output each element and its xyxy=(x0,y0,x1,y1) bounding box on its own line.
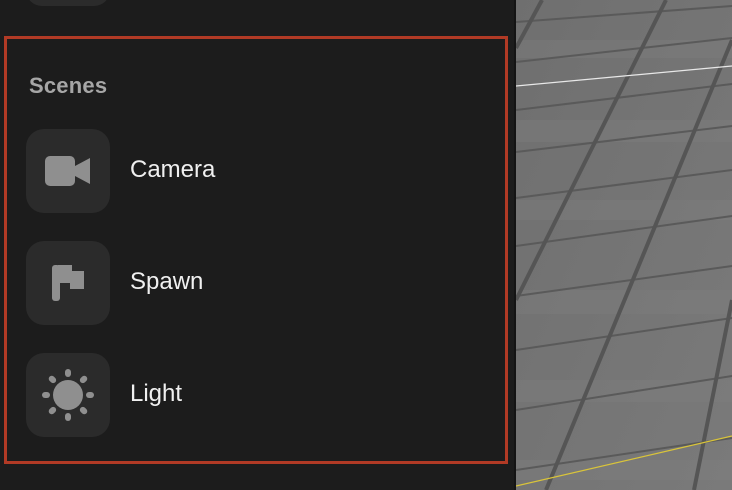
light-icon-tile[interactable] xyxy=(26,353,110,437)
scene-item-spawn[interactable]: Spawn xyxy=(26,241,496,325)
scene-item-label: Camera xyxy=(130,156,216,183)
sun-icon xyxy=(42,369,94,421)
scenes-section-highlight: Scenes Camera Spawn Light xyxy=(4,36,508,464)
spawn-icon-tile[interactable] xyxy=(26,241,110,325)
video-camera-icon xyxy=(45,156,90,186)
previous-item-stub[interactable] xyxy=(26,0,110,6)
floor-grid xyxy=(516,0,732,490)
section-title: Scenes xyxy=(29,73,108,98)
flag-icon xyxy=(52,265,84,301)
camera-icon-tile[interactable] xyxy=(26,129,110,213)
scenes-sidebar: Scenes Camera Spawn Light xyxy=(0,0,514,490)
scene-item-light[interactable]: Light xyxy=(26,353,496,437)
app-root: Scenes Camera Spawn Light xyxy=(0,0,732,490)
scene-item-label: Spawn xyxy=(130,268,204,295)
3d-viewport[interactable] xyxy=(516,0,732,490)
scene-item-camera[interactable]: Camera xyxy=(26,129,496,213)
scene-item-label: Light xyxy=(130,380,183,407)
